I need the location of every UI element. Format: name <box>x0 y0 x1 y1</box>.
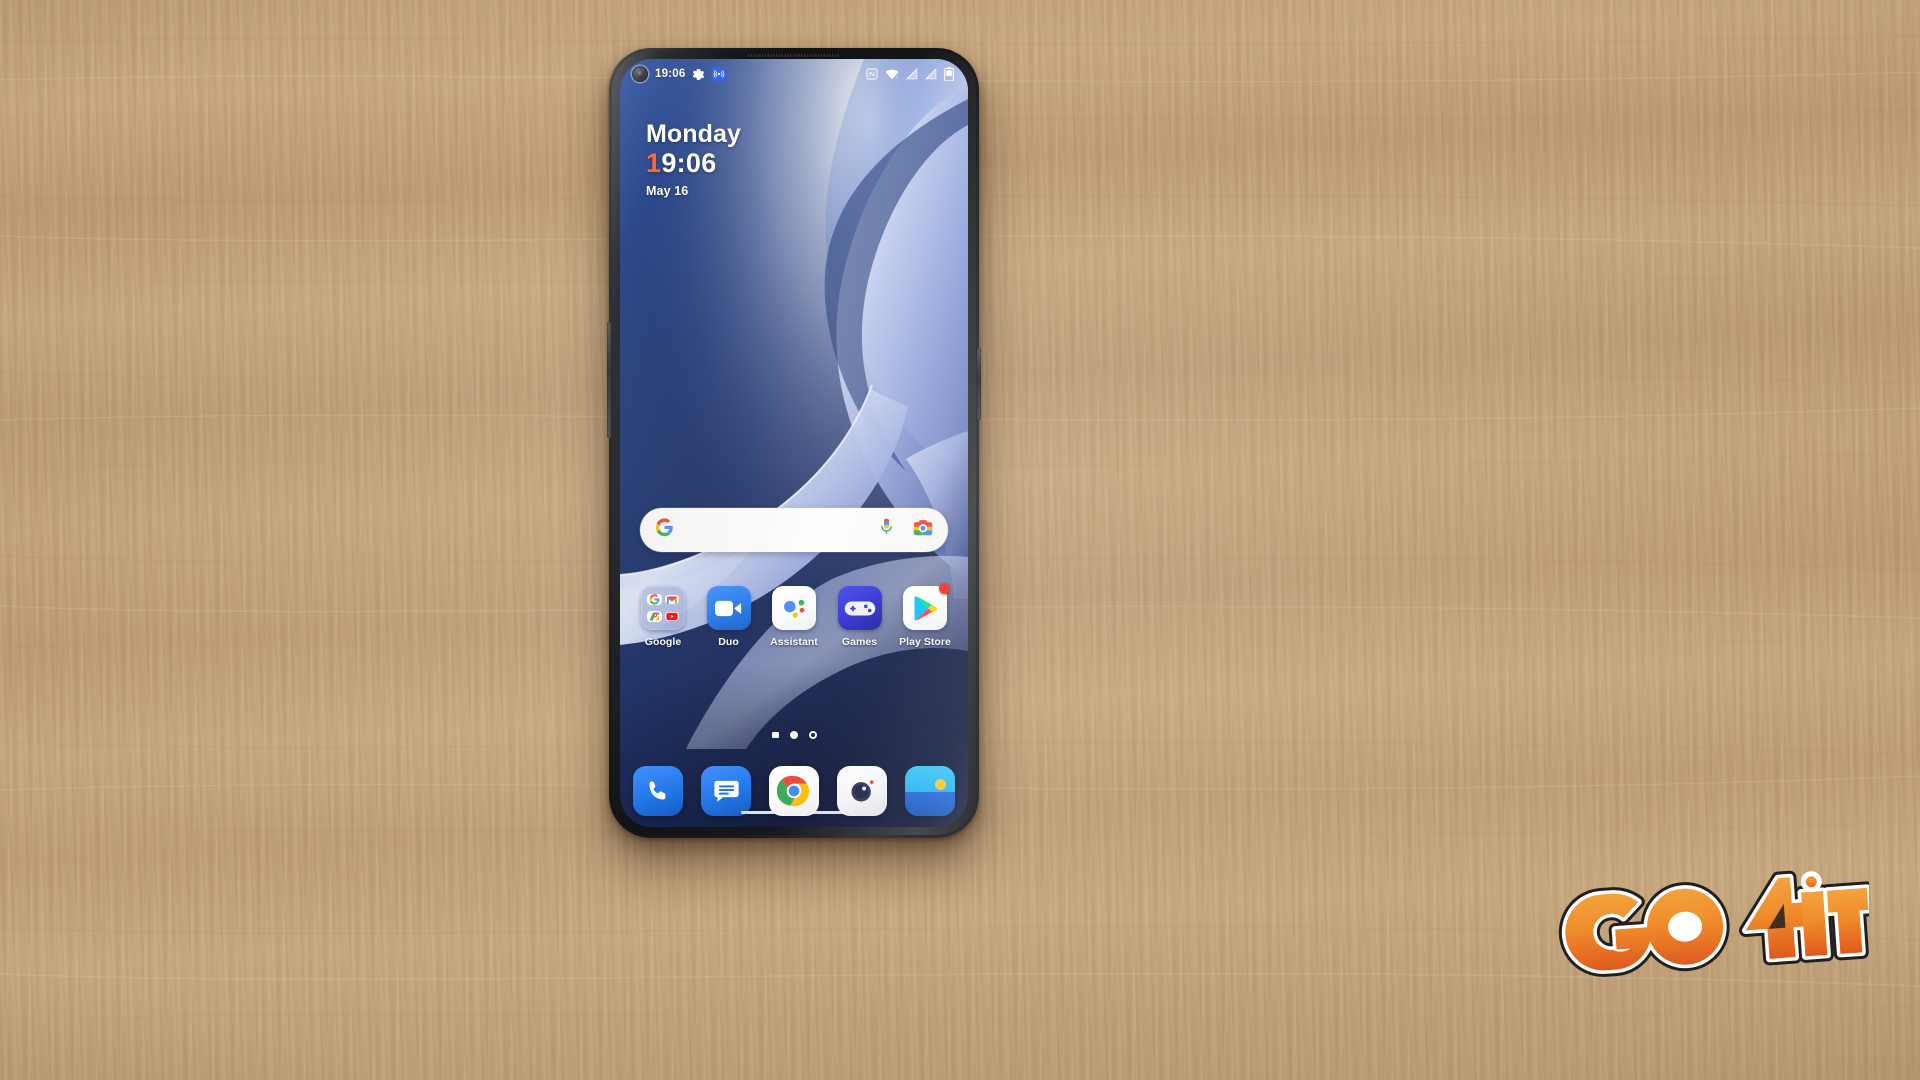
earpiece-speaker-grille <box>748 54 840 57</box>
gallery-water <box>905 792 955 816</box>
app-label-play-store: Play Store <box>899 636 951 648</box>
app-item-google-folder[interactable]: Google <box>632 586 694 648</box>
dock-item-chrome[interactable] <box>768 766 820 816</box>
dock-item-phone[interactable] <box>632 766 684 816</box>
messages-icon[interactable] <box>701 766 751 816</box>
app-label-assistant: Assistant <box>770 636 818 648</box>
settings-gear-icon <box>692 68 705 81</box>
app-label-games: Games <box>841 636 878 648</box>
clock-time-first-digit: 1 <box>646 148 662 179</box>
app-item-play-store[interactable]: Play Store <box>894 583 956 648</box>
gallery-sun <box>935 779 946 790</box>
nfc-beam-icon <box>712 67 727 81</box>
status-bar-left: 19:06 <box>632 66 727 82</box>
app-item-duo[interactable]: Duo <box>698 586 760 648</box>
app-item-assistant[interactable]: Assistant <box>763 586 825 648</box>
phone-screen[interactable]: 19:06 Monday 19:06 May 16 Google Duo Ass… <box>620 59 968 827</box>
play-store-icon[interactable] <box>903 583 950 630</box>
camera-icon[interactable] <box>837 766 887 816</box>
google-g-logo <box>655 518 674 542</box>
clock-widget[interactable]: Monday 19:06 May 16 <box>646 121 741 201</box>
smartphone: 19:06 Monday 19:06 May 16 Google Duo Ass… <box>607 48 981 838</box>
app-item-games[interactable]: Games <box>829 586 891 648</box>
gesture-navigation-bar[interactable] <box>741 810 847 814</box>
status-bar-clock: 19:06 <box>655 68 686 80</box>
search-actions <box>879 518 933 542</box>
sim1-no-signal-icon <box>906 68 918 80</box>
sim2-no-signal-icon <box>925 68 937 80</box>
dock-item-camera[interactable] <box>836 766 888 816</box>
google-lens-camera-icon[interactable] <box>913 519 933 541</box>
dock-item-messages[interactable] <box>700 766 752 816</box>
go4it-watermark-logo <box>1549 869 1875 979</box>
youtube-icon <box>664 612 679 622</box>
clock-time-rest: 9:06 <box>661 148 717 179</box>
app-grid: Google Duo Assistant Games Play Store <box>632 583 956 648</box>
app-label-google: Google <box>644 636 682 648</box>
status-bar-right <box>866 67 954 81</box>
dock-item-photos[interactable] <box>904 766 956 816</box>
desk-scene: 19:06 Monday 19:06 May 16 Google Duo Ass… <box>0 0 1920 1080</box>
maps-icon <box>647 611 662 623</box>
punch-hole-front-camera <box>632 66 648 82</box>
duo-icon[interactable] <box>706 586 751 630</box>
app-label-duo: Duo <box>718 636 739 648</box>
gallery-sky <box>905 766 955 792</box>
gallery-icon[interactable] <box>905 766 955 816</box>
power-button[interactable] <box>977 348 981 420</box>
notification-dot <box>939 583 950 594</box>
google-folder-icon[interactable] <box>641 586 685 630</box>
google-assistant-icon[interactable] <box>772 586 816 630</box>
page-indicator <box>620 731 968 739</box>
status-bar: 19:06 <box>620 59 968 89</box>
page-dot-current[interactable] <box>789 731 798 739</box>
clock-time: 19:06 <box>646 147 741 181</box>
google-search-bar[interactable] <box>640 508 948 552</box>
page-dot-widgets[interactable] <box>771 732 779 738</box>
gmail-icon <box>664 594 679 604</box>
voice-search-mic-icon[interactable] <box>879 518 894 542</box>
chrome-icon[interactable] <box>769 766 819 816</box>
google-search-icon <box>647 593 662 605</box>
battery-icon <box>944 67 954 81</box>
clock-day: Monday <box>646 120 742 148</box>
games-gamepad-icon[interactable] <box>837 586 882 630</box>
page-dot-second[interactable] <box>808 731 817 739</box>
phone-icon[interactable] <box>633 766 683 816</box>
dock <box>632 766 956 816</box>
clock-date: May 16 <box>646 184 689 198</box>
volume-rocker[interactable] <box>607 322 611 438</box>
wifi-icon <box>885 68 899 80</box>
nfc-icon <box>866 68 878 80</box>
